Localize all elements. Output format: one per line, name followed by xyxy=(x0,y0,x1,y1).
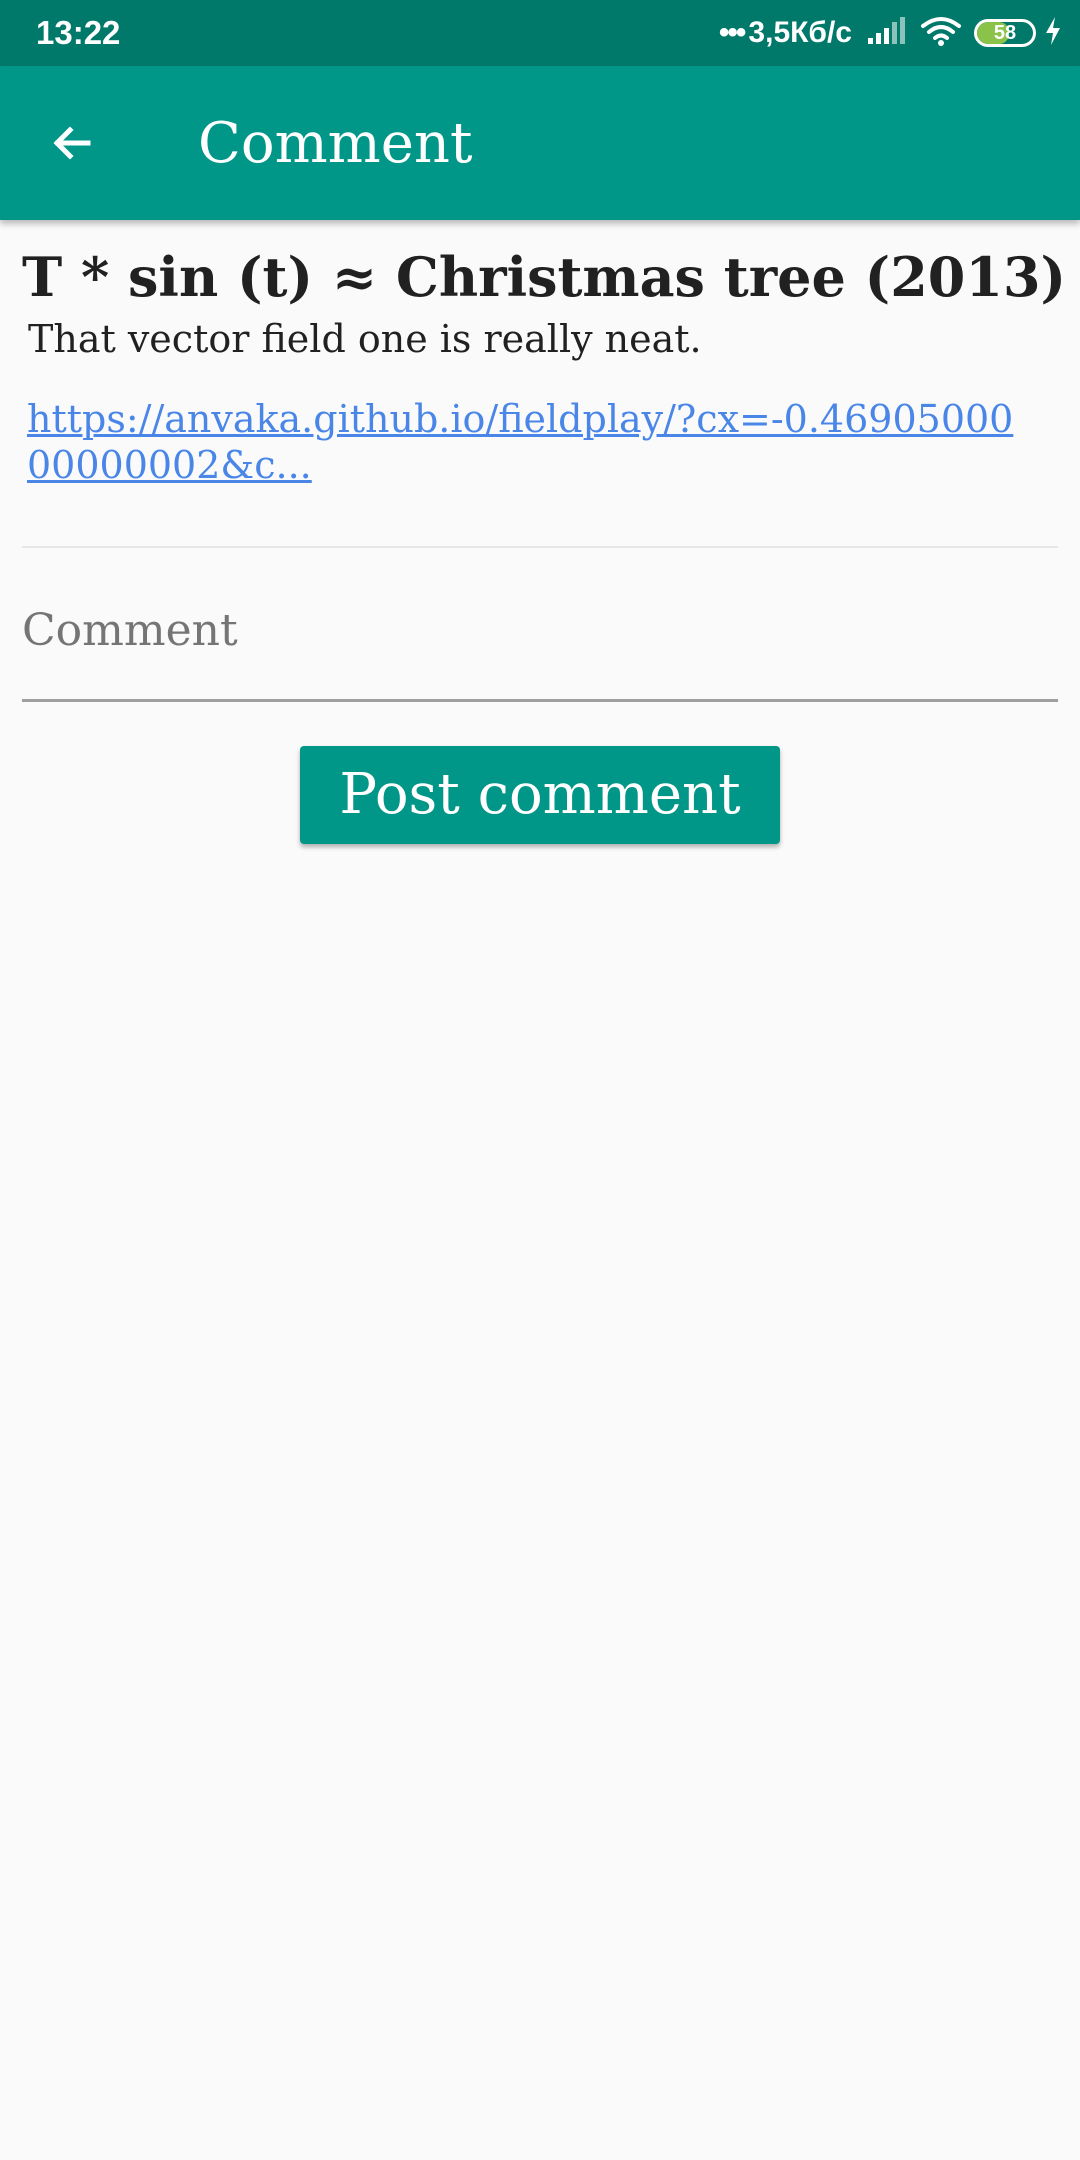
status-bar: 13:22 ••• 3,5Кб/с 58 xyxy=(0,0,1080,66)
battery-icon: 58 xyxy=(974,19,1036,47)
post-link[interactable]: https://anvaka.github.io/fieldplay/?cx=-… xyxy=(27,396,1027,488)
divider xyxy=(22,546,1058,548)
arrow-back-icon xyxy=(53,126,91,160)
battery-level: 58 xyxy=(993,22,1017,44)
app-bar: Comment xyxy=(0,66,1080,220)
network-speed: 3,5Кб/с xyxy=(748,16,852,49)
more-notifications-icon: ••• xyxy=(718,16,746,49)
page-title: Comment xyxy=(198,111,473,176)
post-title: T * sin (t) ≈ Christmas tree (2013) xyxy=(22,245,1067,309)
charging-icon xyxy=(1044,16,1062,51)
post-body: That vector field one is really neat. xyxy=(28,317,702,361)
status-icons: ••• 3,5Кб/с 58 xyxy=(719,10,1062,56)
status-time: 13:22 xyxy=(36,14,121,51)
post-comment-button[interactable]: Post comment xyxy=(300,746,780,844)
comment-input[interactable] xyxy=(22,592,1058,702)
wifi-icon xyxy=(920,15,962,52)
signal-icon xyxy=(866,16,906,51)
back-button[interactable] xyxy=(32,103,112,183)
